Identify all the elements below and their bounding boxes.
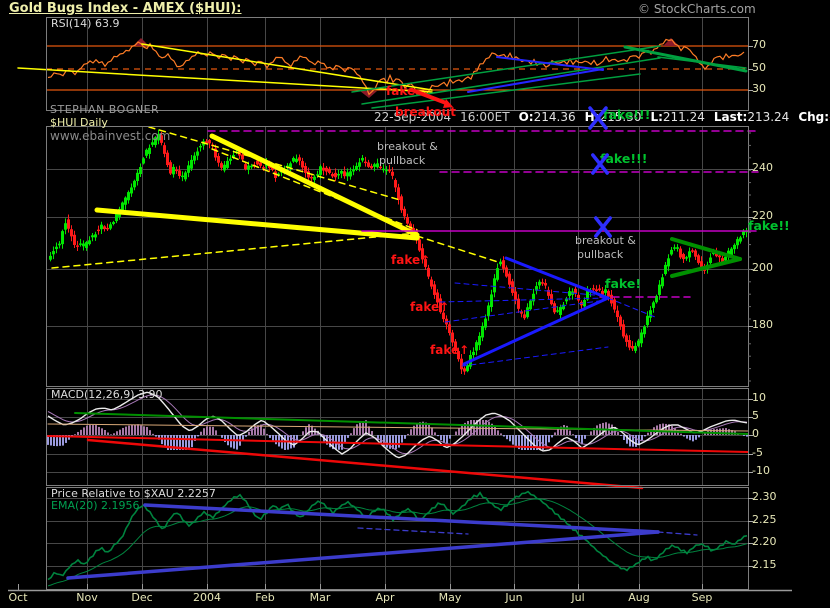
red-breakout-arrow (412, 90, 453, 108)
stockcharts-chart-image: Gold Bugs Index - AMEX ($HUI): © StockCh… (0, 0, 830, 608)
annotation-overlay (0, 0, 830, 608)
blue-x-mark (590, 108, 606, 128)
blue-x-mark (593, 155, 607, 173)
blue-x-mark (596, 218, 610, 236)
